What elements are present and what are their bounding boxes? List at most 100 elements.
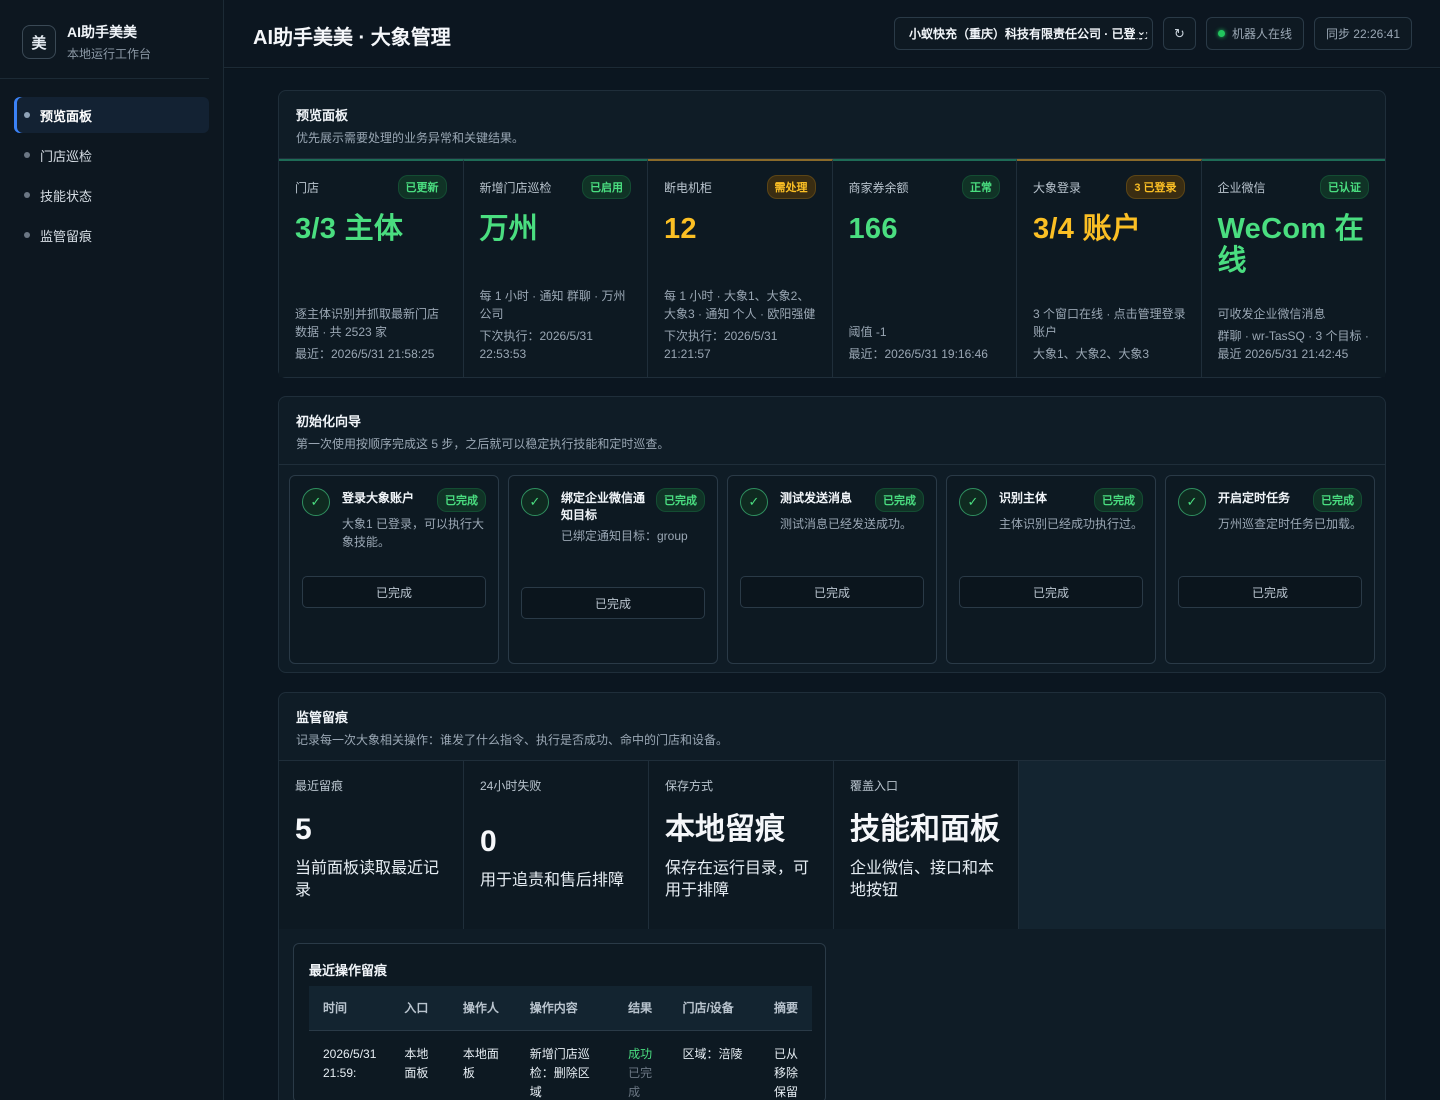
company-select[interactable]: 小蚁快充（重庆）科技有限责任公司 · 已登录 ⌄: [893, 17, 1153, 50]
check-icon: ✓: [302, 488, 330, 516]
setup-wizard-panel: 初始化向导 第一次使用按顺序完成这 5 步，之后就可以稳定执行技能和定时巡查。 …: [278, 396, 1386, 673]
step-title: 绑定企业微信通知目标: [561, 491, 646, 522]
stat-label: 断电机柜: [664, 180, 713, 195]
wizard-step: ✓ 登录大象账户 已完成 大象1 已登录，可以执行大象技能。 已完成: [289, 475, 499, 664]
stat-label: 覆盖入口: [850, 779, 899, 793]
stat-label: 24小时失败: [480, 779, 542, 793]
stat-timestamp: 下次执行：2026/5/31 21:21:57: [664, 329, 778, 361]
audit-stat-empty: [1019, 761, 1385, 929]
column-header: 摘要: [759, 986, 812, 1031]
stat-description: 企业微信、接口和本地按钮: [850, 860, 995, 899]
stat-label: 保存方式: [665, 779, 714, 793]
stat-value: 0: [480, 825, 497, 858]
sidebar-item-audit-trail[interactable]: 监管留痕: [14, 217, 209, 253]
stat-value: 5: [295, 813, 312, 846]
stat-value: 166: [848, 213, 898, 245]
company-select-value: 小蚁快充（重庆）科技有限责任公司 · 已登录: [908, 27, 1148, 41]
stat-label: 最近留痕: [295, 779, 344, 793]
stat-value: 12: [664, 213, 697, 245]
sync-time: 同步 22:26:41: [1325, 27, 1400, 41]
stat-label: 新增门店巡检: [479, 180, 552, 195]
table-header-row: 时间 入口 操作人 操作内容 结果 门店/设备 摘要: [309, 986, 812, 1031]
sidebar-item-label: 监管留痕: [40, 228, 93, 244]
stat-detail: 每 1 小时 · 大象1、大象2、大象3 · 通知 个人 · 欧阳强健: [664, 289, 816, 321]
status-badge: 已完成: [1094, 488, 1143, 512]
stat-timestamp: 群聊 · wr-TasSQ · 3 个目标 · 最近 2026/5/31 21:…: [1217, 329, 1369, 361]
audit-stat-recent: 最近留痕 5 当前面板读取最近记录: [279, 761, 464, 929]
stat-description: 当前面板读取最近记录: [295, 860, 440, 899]
step-done-button[interactable]: 已完成: [959, 576, 1143, 608]
status-badge: 正常: [962, 175, 1000, 199]
brand: 美 AI助手美美 本地运行工作台: [0, 0, 209, 79]
stat-timestamp: 最近：2026/5/31 19:16:46: [848, 347, 988, 361]
stat-card-stores[interactable]: 门店 已更新 3/3 主体 逐主体识别并抓取最新门店数据 · 共 2523 家 …: [279, 159, 464, 377]
step-description: 主体识别已经成功执行过。: [999, 517, 1144, 531]
cell-store: 区域：涪陵: [682, 1046, 743, 1061]
status-badge: 3 已登录: [1126, 175, 1185, 199]
check-icon: ✓: [959, 488, 987, 516]
sidebar-item-overview[interactable]: 预览面板: [14, 97, 209, 133]
stat-detail: 可收发企业微信消息: [1217, 307, 1326, 321]
stat-label: 门店: [295, 180, 320, 195]
stat-card-power-off-cabinets[interactable]: 断电机柜 需处理 12 每 1 小时 · 大象1、大象2、大象3 · 通知 个人…: [648, 159, 833, 377]
wizard-step: ✓ 识别主体 已完成 主体识别已经成功执行过。 已完成: [946, 475, 1156, 664]
step-description: 测试消息已经发送成功。: [780, 517, 913, 531]
check-icon: ✓: [521, 488, 549, 516]
stat-value: WeCom 在线: [1217, 213, 1365, 277]
wizard-step: ✓ 绑定企业微信通知目标 已完成 已绑定通知目标：group 已完成: [508, 475, 718, 664]
status-badge: 已完成: [656, 488, 705, 512]
audit-stat-failures: 24小时失败 0 用于追责和售后排障: [464, 761, 649, 929]
audit-stat-storage: 保存方式 本地留痕 保存在运行目录，可用于排障: [649, 761, 834, 929]
overview-panel: 预览面板 优先展示需要处理的业务异常和关键结果。 门店 已更新 3/3 主体 逐…: [278, 90, 1386, 378]
status-badge: 已完成: [1313, 488, 1362, 512]
column-header: 时间: [309, 986, 391, 1031]
panel-title: 预览面板: [296, 108, 349, 123]
step-title: 识别主体: [999, 491, 1048, 505]
brand-logo: 美: [22, 25, 56, 59]
cell-entry: 本地面板: [404, 1046, 429, 1080]
bullet-icon: [24, 232, 30, 238]
result-status: 成功: [628, 1046, 653, 1061]
check-icon: ✓: [1178, 488, 1206, 516]
step-done-button[interactable]: 已完成: [740, 576, 924, 608]
stat-card-coupon-balance[interactable]: 商家券余额 正常 166 阈值 -1 最近：2026/5/31 19:16:46: [832, 159, 1017, 377]
panel-description: 优先展示需要处理的业务异常和关键结果。: [296, 131, 525, 145]
stat-label: 企业微信: [1217, 180, 1266, 195]
sync-status: 同步 22:26:41: [1313, 17, 1412, 50]
robot-status-label: 机器人在线: [1231, 27, 1292, 41]
status-badge: 已认证: [1320, 175, 1369, 199]
table-row[interactable]: 2026/5/31 21:59: 本地面板 本地面板 新增门店巡检：删除区域 成…: [309, 1030, 812, 1100]
stat-timestamp: 下次执行：2026/5/31 22:53:53: [479, 329, 593, 361]
status-badge: 需处理: [766, 175, 816, 199]
step-done-button[interactable]: 已完成: [1178, 576, 1362, 608]
step-done-button[interactable]: 已完成: [302, 576, 486, 608]
page-title: AI助手美美 · 大象管理: [253, 27, 451, 49]
stat-value: 万州: [479, 213, 539, 245]
stat-timestamp: 最近：2026/5/31 21:58:25: [295, 347, 435, 361]
step-description: 大象1 已登录，可以执行大象技能。: [342, 517, 485, 549]
status-badge: 已完成: [875, 488, 924, 512]
sidebar-item-skill-status[interactable]: 技能状态: [14, 177, 209, 213]
brand-subtitle: 本地运行工作台: [67, 47, 152, 61]
stat-description: 用于追责和售后排障: [480, 872, 625, 889]
robot-status-pill: 机器人在线: [1205, 17, 1304, 50]
step-description: 万州巡查定时任务已加载。: [1218, 517, 1363, 531]
wizard-step: ✓ 测试发送消息 已完成 测试消息已经发送成功。 已完成: [727, 475, 937, 664]
main-content: 预览面板 优先展示需要处理的业务异常和关键结果。 门店 已更新 3/3 主体 逐…: [224, 69, 1440, 1100]
panel-description: 记录每一次大象相关操作：谁发了什么指令、执行是否成功、命中的门店和设备。: [296, 733, 729, 747]
stat-card-new-store-inspection[interactable]: 新增门店巡检 已启用 万州 每 1 小时 · 通知 群聊 · 万州公司 下次执行…: [463, 159, 648, 377]
stat-card-wecom[interactable]: 企业微信 已认证 WeCom 在线 可收发企业微信消息 群聊 · wr-TasS…: [1201, 159, 1385, 377]
audit-panel: 监管留痕 记录每一次大象相关操作：谁发了什么指令、执行是否成功、命中的门店和设备…: [278, 692, 1386, 1100]
stat-value: 3/4 账户: [1033, 213, 1142, 245]
bullet-icon: [24, 192, 30, 198]
refresh-button[interactable]: ↻: [1162, 17, 1196, 50]
stat-label: 大象登录: [1033, 180, 1082, 195]
stat-label: 商家券余额: [848, 180, 909, 195]
sidebar-item-store-inspection[interactable]: 门店巡检: [14, 137, 209, 173]
stat-card-elephant-login[interactable]: 大象登录 3 已登录 3/4 账户 3 个窗口在线 · 点击管理登录账户 大象1…: [1017, 159, 1202, 377]
step-title: 登录大象账户: [342, 491, 415, 505]
step-done-button[interactable]: 已完成: [521, 587, 705, 619]
status-badge: 已更新: [397, 175, 447, 199]
panel-title: 监管留痕: [296, 710, 349, 725]
step-description: 已绑定通知目标：group: [561, 529, 688, 543]
